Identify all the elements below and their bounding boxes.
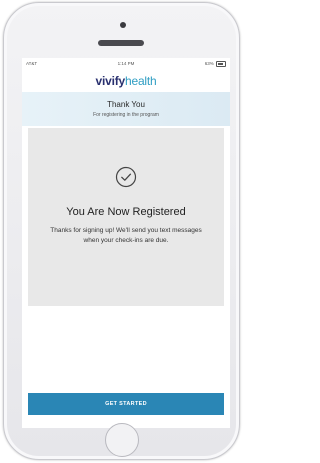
app-screen: AT&T 1:14 PM 63% vivifyhealth Thank You … bbox=[22, 58, 230, 428]
battery-percent: 63% bbox=[204, 61, 214, 67]
logo-part-health: health bbox=[125, 74, 157, 88]
logo-part-vivify: vivify bbox=[95, 74, 126, 88]
confirmation-title: You Are Now Registered bbox=[66, 206, 186, 218]
battery-icon bbox=[216, 61, 226, 67]
home-button[interactable] bbox=[105, 423, 139, 457]
page-subtitle: For registering in the program bbox=[93, 112, 159, 118]
confirmation-card: You Are Now Registered Thanks for signin… bbox=[28, 128, 224, 306]
brand-logo: vivifyhealth bbox=[96, 74, 157, 88]
status-bar: AT&T 1:14 PM 63% bbox=[22, 58, 230, 70]
brand-bar: vivifyhealth bbox=[22, 70, 230, 92]
check-circle-icon bbox=[115, 166, 137, 188]
front-camera bbox=[120, 22, 126, 28]
battery-status: 63% bbox=[205, 61, 226, 67]
phone-frame: AT&T 1:14 PM 63% vivifyhealth Thank You … bbox=[3, 2, 240, 460]
get-started-button[interactable]: GET STARTED bbox=[28, 393, 224, 415]
status-time: 1:14 PM bbox=[117, 61, 135, 66]
confirmation-message: Thanks for signing up! We'll send you te… bbox=[50, 227, 202, 244]
earpiece-speaker bbox=[98, 40, 144, 46]
page-header: Thank You For registering in the program bbox=[22, 92, 230, 126]
page-title: Thank You bbox=[107, 100, 145, 109]
